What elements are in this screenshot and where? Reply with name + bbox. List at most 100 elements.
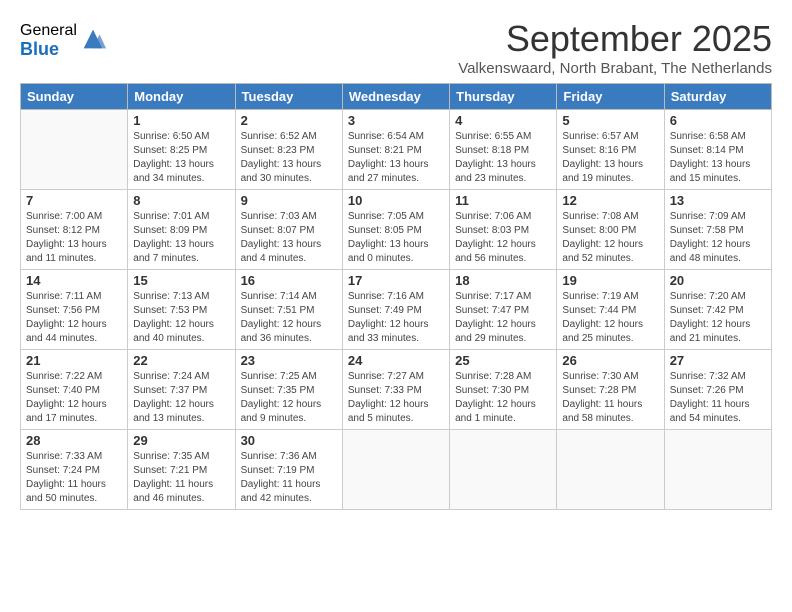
cell-daylight: Daylight: 12 hours and 13 minutes.: [133, 399, 214, 424]
cell-daylight: Daylight: 13 hours and 11 minutes.: [26, 239, 107, 264]
cell-date-number: 23: [241, 353, 337, 368]
cell-info: Sunrise: 7:24 AMSunset: 7:37 PMDaylight:…: [133, 370, 229, 426]
cell-date-number: 12: [562, 193, 658, 208]
cell-sunset: Sunset: 7:28 PM: [562, 385, 636, 396]
calendar-week-2: 7Sunrise: 7:00 AMSunset: 8:12 PMDaylight…: [21, 190, 772, 270]
cell-sunrise: Sunrise: 7:13 AM: [133, 291, 209, 302]
cell-date-number: 2: [241, 113, 337, 128]
calendar-cell: 19Sunrise: 7:19 AMSunset: 7:44 PMDayligh…: [557, 270, 664, 350]
cell-info: Sunrise: 6:52 AMSunset: 8:23 PMDaylight:…: [241, 130, 337, 186]
calendar-cell: 25Sunrise: 7:28 AMSunset: 7:30 PMDayligh…: [450, 350, 557, 430]
calendar-cell: [450, 430, 557, 510]
page: General Blue September 2025 Valkenswaard…: [0, 0, 792, 520]
cell-info: Sunrise: 7:01 AMSunset: 8:09 PMDaylight:…: [133, 210, 229, 266]
cell-sunset: Sunset: 8:18 PM: [455, 145, 529, 156]
cell-sunrise: Sunrise: 7:36 AM: [241, 451, 317, 462]
cell-date-number: 8: [133, 193, 229, 208]
calendar-cell: 4 Sunrise: 6:55 AM Sunset: 8:18 PM Daylight…: [450, 110, 557, 190]
logo: General Blue: [20, 22, 107, 59]
cell-date-number: 11: [455, 193, 551, 208]
cell-info: Sunrise: 7:08 AMSunset: 8:00 PMDaylight:…: [562, 210, 658, 266]
cell-info: Sunrise: 7:30 AMSunset: 7:28 PMDaylight:…: [562, 370, 658, 426]
cell-daylight: Daylight: 12 hours and 17 minutes.: [26, 399, 107, 424]
cell-daylight: Daylight: 12 hours and 21 minutes.: [670, 319, 751, 344]
cell-daylight: Daylight: 13 hours and 34 minutes.: [133, 159, 214, 184]
month-title: September 2025: [458, 18, 772, 60]
cell-date-number: 17: [348, 273, 444, 288]
cell-sunrise: Sunrise: 7:00 AM: [26, 211, 102, 222]
cell-sunrise: Sunrise: 7:17 AM: [455, 291, 531, 302]
cell-info: Sunrise: 7:19 AMSunset: 7:44 PMDaylight:…: [562, 290, 658, 346]
cell-sunrise: Sunrise: 6:58 AM: [670, 131, 746, 142]
cell-daylight: Daylight: 12 hours and 40 minutes.: [133, 319, 214, 344]
cell-sunrise: Sunrise: 7:25 AM: [241, 371, 317, 382]
cell-sunrise: Sunrise: 7:33 AM: [26, 451, 102, 462]
calendar-cell: 30Sunrise: 7:36 AMSunset: 7:19 PMDayligh…: [235, 430, 342, 510]
calendar-cell: 3Sunrise: 6:54 AMSunset: 8:21 PMDaylight…: [342, 110, 449, 190]
cell-daylight: Daylight: 12 hours and 1 minute.: [455, 399, 536, 424]
cell-info: Sunrise: 7:36 AMSunset: 7:19 PMDaylight:…: [241, 450, 337, 506]
calendar-cell: 8 Sunrise: 7:01 AMSunset: 8:09 PMDaylight…: [128, 190, 235, 270]
calendar-cell: 9Sunrise: 7:03 AMSunset: 8:07 PMDaylight…: [235, 190, 342, 270]
cell-sunset: Sunset: 7:21 PM: [133, 465, 207, 476]
cell-sunrise: Sunrise: 6:55 AM: [455, 131, 531, 142]
cell-daylight: Daylight: 12 hours and 5 minutes.: [348, 399, 429, 424]
logo-general: General: [20, 22, 77, 40]
cell-daylight: Daylight: 12 hours and 56 minutes.: [455, 239, 536, 264]
cell-date-number: 15: [133, 273, 229, 288]
calendar-cell: 11Sunrise: 7:06 AMSunset: 8:03 PMDayligh…: [450, 190, 557, 270]
cell-sunrise: Sunrise: 7:06 AM: [455, 211, 531, 222]
cell-daylight: Daylight: 12 hours and 25 minutes.: [562, 319, 643, 344]
cell-daylight: Daylight: 13 hours and 27 minutes.: [348, 159, 429, 184]
cell-sunrise: Sunrise: 7:27 AM: [348, 371, 424, 382]
cell-sunset: Sunset: 8:25 PM: [133, 145, 207, 156]
cell-sunset: Sunset: 7:42 PM: [670, 305, 744, 316]
cell-daylight: Daylight: 12 hours and 9 minutes.: [241, 399, 322, 424]
calendar-cell: 16Sunrise: 7:14 AMSunset: 7:51 PMDayligh…: [235, 270, 342, 350]
calendar-week-4: 21 Sunrise: 7:22 AM Sunset: 7:40 PM Dayligh…: [21, 350, 772, 430]
cell-sunset: Sunset: 7:44 PM: [562, 305, 636, 316]
cell-daylight: Daylight: 12 hours and 48 minutes.: [670, 239, 751, 264]
calendar-week-1: 1Sunrise: 6:50 AMSunset: 8:25 PMDaylight…: [21, 110, 772, 190]
col-saturday: Saturday: [664, 84, 771, 110]
cell-date-number: 25: [455, 353, 551, 368]
cell-sunrise: Sunrise: 7:14 AM: [241, 291, 317, 302]
cell-sunset: Sunset: 8:00 PM: [562, 225, 636, 236]
cell-info: Sunrise: 7:35 AMSunset: 7:21 PMDaylight:…: [133, 450, 229, 506]
cell-date-number: 6: [670, 113, 766, 128]
col-wednesday: Wednesday: [342, 84, 449, 110]
calendar-cell: 26Sunrise: 7:30 AMSunset: 7:28 PMDayligh…: [557, 350, 664, 430]
calendar-cell: 21 Sunrise: 7:22 AM Sunset: 7:40 PM Dayligh…: [21, 350, 128, 430]
cell-date-number: 4: [455, 113, 551, 128]
col-friday: Friday: [557, 84, 664, 110]
cell-date-number: 5: [562, 113, 658, 128]
cell-info: Sunrise: 6:54 AMSunset: 8:21 PMDaylight:…: [348, 130, 444, 186]
cell-info: Sunrise: 7:09 AMSunset: 7:58 PMDaylight:…: [670, 210, 766, 266]
cell-info: Sunrise: 7:32 AMSunset: 7:26 PMDaylight:…: [670, 370, 766, 426]
cell-date-number: 21: [26, 353, 122, 368]
cell-daylight: Daylight: 13 hours and 4 minutes.: [241, 239, 322, 264]
cell-info: Sunrise: 6:50 AMSunset: 8:25 PMDaylight:…: [133, 130, 229, 186]
calendar-cell: 6 Sunrise: 6:58 AMSunset: 8:14 PMDaylight…: [664, 110, 771, 190]
cell-sunset: Sunset: 7:56 PM: [26, 305, 100, 316]
cell-info: Sunrise: 6:58 AMSunset: 8:14 PMDaylight:…: [670, 130, 766, 186]
cell-sunset: Sunset: 7:26 PM: [670, 385, 744, 396]
cell-sunset: Sunset: 8:07 PM: [241, 225, 315, 236]
cell-sunrise: Sunrise: 7:22 AM: [26, 371, 102, 382]
cell-daylight: Daylight: 11 hours and 46 minutes.: [133, 479, 213, 504]
calendar-cell: [21, 110, 128, 190]
cell-daylight: Daylight: 13 hours and 7 minutes.: [133, 239, 214, 264]
cell-sunset: Sunset: 7:40 PM: [26, 385, 100, 396]
cell-sunset: Sunset: 7:53 PM: [133, 305, 207, 316]
calendar-cell: 13Sunrise: 7:09 AMSunset: 7:58 PMDayligh…: [664, 190, 771, 270]
cell-daylight: Daylight: 13 hours and 23 minutes.: [455, 159, 536, 184]
cell-sunrise: Sunrise: 7:08 AM: [562, 211, 638, 222]
calendar-cell: [664, 430, 771, 510]
cell-daylight: Daylight: 13 hours and 15 minutes.: [670, 159, 751, 184]
col-tuesday: Tuesday: [235, 84, 342, 110]
calendar-cell: 10Sunrise: 7:05 AMSunset: 8:05 PMDayligh…: [342, 190, 449, 270]
calendar-cell: [557, 430, 664, 510]
cell-date-number: 28: [26, 433, 122, 448]
cell-sunset: Sunset: 7:51 PM: [241, 305, 315, 316]
cell-sunrise: Sunrise: 7:28 AM: [455, 371, 531, 382]
